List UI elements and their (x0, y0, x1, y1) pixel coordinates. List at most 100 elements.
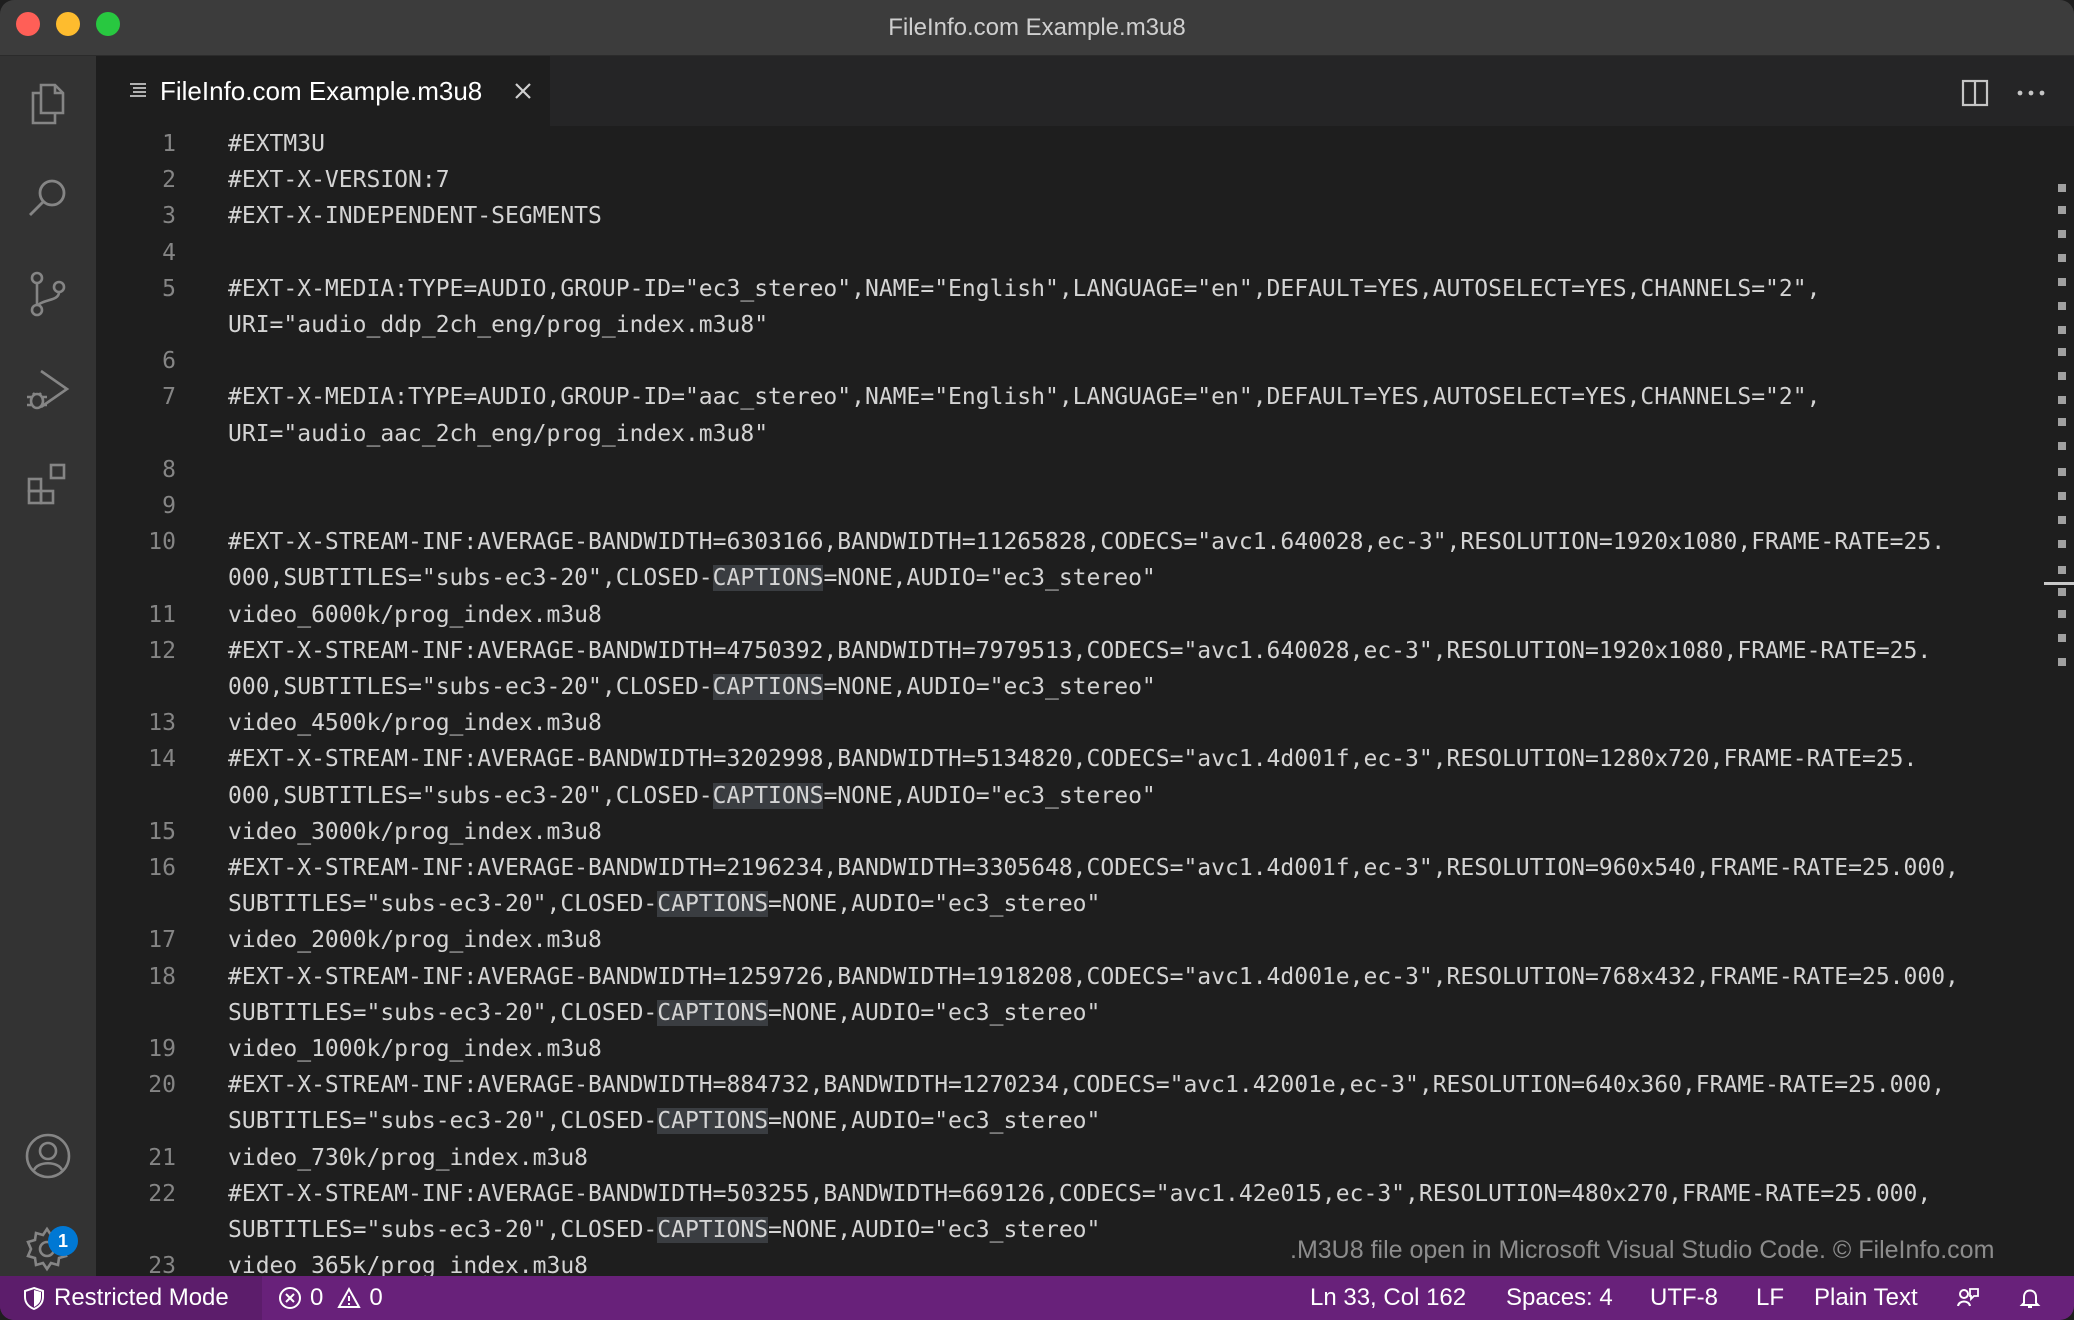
editor-line[interactable]: 12 #EXT-X-STREAM-INF:AVERAGE-BANDWIDTH=47… (96, 633, 2056, 669)
line-text-segment: 000,SUBTITLES="subs-ec3-20",CLOSED- (228, 782, 713, 809)
ruler-highlight-mark (2058, 588, 2066, 596)
notifications-button[interactable] (2018, 1276, 2050, 1320)
editor-line[interactable]: 000,SUBTITLES="subs-ec3-20",CLOSED-CAPTI… (96, 560, 2056, 596)
source-control-icon[interactable] (20, 266, 76, 322)
editor-line[interactable]: 15 video_3000k/prog_index.m3u8 (96, 814, 2056, 850)
editor-line[interactable]: 16 #EXT-X-STREAM-INF:AVERAGE-BANDWIDTH=21… (96, 850, 2056, 886)
error-count: 0 (310, 1284, 324, 1311)
ruler-highlight-mark (2058, 348, 2066, 356)
editor-text-area[interactable]: 1 #EXTM3U 2 #EXT-X-VERSION:7 3 #EXT-X-INDEPEN… (96, 126, 2074, 1276)
selection-highlight: CAPTIONS (712, 782, 824, 809)
line-text: #EXT-X-STREAM-INF:AVERAGE-BANDWIDTH=2196… (228, 855, 1959, 881)
line-text: SUBTITLES="subs-ec3-20",CLOSED-CAPTIONS=… (228, 886, 2048, 922)
editor-line[interactable]: 11 video_6000k/prog_index.m3u8 (96, 597, 2056, 633)
line-text-segment: =NONE,AUDIO="ec3_stereo" (768, 999, 1101, 1026)
end-of-line-button[interactable]: LF (1756, 1276, 1784, 1320)
editor-line[interactable]: 14 #EXT-X-STREAM-INF:AVERAGE-BANDWIDTH=32… (96, 741, 2056, 777)
ruler-highlight-mark (2058, 658, 2066, 666)
ruler-highlight-mark (2058, 634, 2066, 642)
line-number: 18 (148, 963, 176, 990)
feedback-icon (1957, 1288, 1979, 1307)
editor-scrollbar[interactable] (2044, 126, 2074, 1276)
editor-line[interactable]: 21 video_730k/prog_index.m3u8 (96, 1140, 2056, 1176)
close-icon[interactable] (510, 78, 536, 104)
explorer-icon[interactable] (20, 76, 76, 132)
line-text: #EXT-X-MEDIA:TYPE=AUDIO,GROUP-ID="ec3_st… (228, 275, 1821, 302)
ruler-highlight-mark (2058, 326, 2066, 334)
editor-line[interactable]: SUBTITLES="subs-ec3-20",CLOSED-CAPTIONS=… (96, 995, 2056, 1031)
line-text-segment: SUBTITLES="subs-ec3-20",CLOSED- (228, 1108, 658, 1135)
selection-highlight: CAPTIONS (712, 565, 824, 592)
problems-button[interactable]: 0 0 (278, 1276, 383, 1320)
search-icon[interactable] (20, 170, 76, 226)
line-text: video_6000k/prog_index.m3u8 (228, 601, 602, 628)
editor-line[interactable]: 18 #EXT-X-STREAM-INF:AVERAGE-BANDWIDTH=12… (96, 959, 2056, 995)
line-text-segment: =NONE,AUDIO="ec3_stereo" (823, 565, 1156, 592)
editor-line[interactable]: 4 (96, 235, 2056, 271)
line-text-segment: SUBTITLES="subs-ec3-20",CLOSED- (228, 999, 658, 1026)
editor-line[interactable]: 000,SUBTITLES="subs-ec3-20",CLOSED-CAPTI… (96, 778, 2056, 814)
more-actions-icon[interactable] (2014, 78, 2048, 108)
split-editor-icon[interactable] (1960, 78, 1990, 108)
warning-icon (337, 1286, 362, 1308)
ruler-highlight-mark (2058, 302, 2066, 310)
line-text: #EXT-X-STREAM-INF:AVERAGE-BANDWIDTH=3202… (228, 746, 1918, 773)
language-mode-button[interactable]: Plain Text (1814, 1276, 1918, 1320)
vscode-window: FileInfo.com Example.m3u8 1 FileInfo.com… (0, 0, 2074, 1320)
editor-line[interactable]: 3 #EXT-X-INDEPENDENT-SEGMENTS (96, 198, 2056, 234)
editor-line[interactable]: 5 #EXT-X-MEDIA:TYPE=AUDIO,GROUP-ID="ec3_s… (96, 271, 2056, 307)
editor-line[interactable]: 13 video_4500k/prog_index.m3u8 (96, 705, 2056, 741)
editor-line[interactable]: 7 #EXT-X-MEDIA:TYPE=AUDIO,GROUP-ID="aac_s… (96, 379, 2056, 415)
line-number: 6 (162, 348, 176, 375)
ruler-highlight-mark (2058, 610, 2066, 618)
line-number: 3 (162, 203, 176, 230)
line-number: 7 (162, 384, 176, 411)
editor-line[interactable]: 9 (96, 488, 2056, 524)
editor-line[interactable]: SUBTITLES="subs-ec3-20",CLOSED-CAPTIONS=… (96, 886, 2056, 922)
line-text-segment: =NONE,AUDIO="ec3_stereo" (768, 1217, 1101, 1243)
editor-line[interactable]: 10 #EXT-X-STREAM-INF:AVERAGE-BANDWIDTH=63… (96, 524, 2056, 560)
line-text-segment: =NONE,AUDIO="ec3_stereo" (768, 1108, 1101, 1135)
line-text: #EXT-X-INDEPENDENT-SEGMENTS (228, 203, 602, 230)
line-text: #EXT-X-STREAM-INF:AVERAGE-BANDWIDTH=4750… (228, 637, 1932, 664)
editor-tab-bar: FileInfo.com Example.m3u8 (96, 56, 2074, 126)
cursor-position-button[interactable]: Ln 33, Col 162 (1310, 1276, 1466, 1320)
feedback-button[interactable] (1956, 1276, 1988, 1320)
extensions-icon[interactable] (20, 456, 76, 512)
editor-line[interactable]: 17 video_2000k/prog_index.m3u8 (96, 922, 2056, 958)
plain-text-file-icon (130, 83, 146, 97)
editor-line[interactable]: 1 #EXTM3U (96, 126, 2056, 162)
encoding-button[interactable]: UTF-8 (1650, 1276, 1718, 1320)
editor-line[interactable]: 000,SUBTITLES="subs-ec3-20",CLOSED-CAPTI… (96, 669, 2056, 705)
editor-line[interactable]: 2 #EXT-X-VERSION:7 (96, 162, 2056, 198)
line-number: 22 (148, 1180, 176, 1207)
restricted-mode-button[interactable]: Restricted Mode (0, 1276, 262, 1320)
editor-line[interactable]: SUBTITLES="subs-ec3-20",CLOSED-CAPTIONS=… (96, 1103, 2056, 1139)
line-number: 1 (162, 131, 176, 157)
selection-highlight: CAPTIONS (657, 1108, 769, 1135)
ruler-highlight-mark (2058, 492, 2066, 500)
ruler-highlight-mark (2058, 566, 2066, 574)
accounts-icon[interactable] (20, 1128, 76, 1184)
editor-line[interactable]: 6 (96, 343, 2056, 379)
indentation-button[interactable]: Spaces: 4 (1506, 1276, 1613, 1320)
editor-line[interactable]: 19 video_1000k/prog_index.m3u8 (96, 1031, 2056, 1067)
title-bar: FileInfo.com Example.m3u8 (0, 0, 2074, 56)
line-text: #EXTM3U (228, 131, 325, 157)
line-text: 000,SUBTITLES="subs-ec3-20",CLOSED-CAPTI… (228, 560, 2048, 596)
editor-line[interactable]: 22 #EXT-X-STREAM-INF:AVERAGE-BANDWIDTH=50… (96, 1176, 2056, 1212)
line-number: 10 (148, 529, 176, 556)
editor-tab[interactable]: FileInfo.com Example.m3u8 (96, 56, 550, 126)
editor-line[interactable]: 20 #EXT-X-STREAM-INF:AVERAGE-BANDWIDTH=88… (96, 1067, 2056, 1103)
line-text: video_4500k/prog_index.m3u8 (228, 710, 602, 737)
editor-line[interactable]: 8 (96, 452, 2056, 488)
image-caption: .M3U8 file open in Microsoft Visual Stud… (1290, 1236, 1995, 1264)
bell-icon (2019, 1289, 2041, 1308)
selection-highlight: CAPTIONS (657, 891, 769, 918)
line-text-segment: 000,SUBTITLES="subs-ec3-20",CLOSED- (228, 674, 713, 700)
selection-highlight: CAPTIONS (657, 999, 769, 1026)
editor-line[interactable]: URI="audio_aac_2ch_eng/prog_index.m3u8" (96, 416, 2056, 452)
run-debug-icon[interactable] (20, 362, 76, 418)
line-text: video_3000k/prog_index.m3u8 (228, 818, 602, 845)
editor-line[interactable]: URI="audio_ddp_2ch_eng/prog_index.m3u8" (96, 307, 2056, 343)
